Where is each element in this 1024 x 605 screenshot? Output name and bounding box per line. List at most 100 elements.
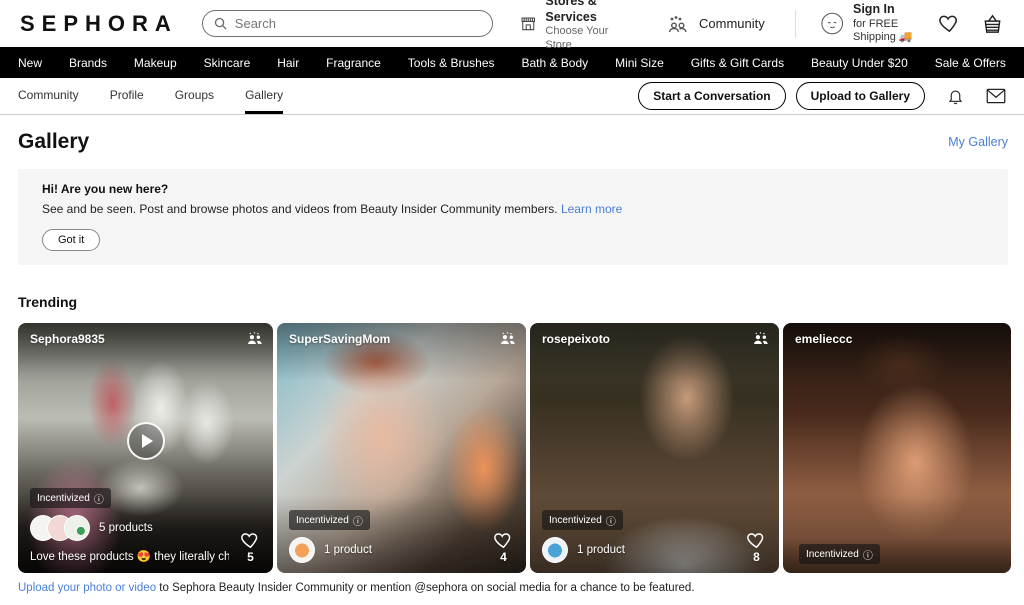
- search-bar[interactable]: [202, 10, 493, 37]
- incentivized-label: Incentivized: [37, 493, 90, 504]
- play-video-button[interactable]: [127, 422, 165, 460]
- incentivized-badge[interactable]: Incentivized ⓘ: [289, 510, 370, 530]
- card-overlay-info: Incentivized ⓘ 1 product: [289, 510, 482, 564]
- card-username[interactable]: rosepeixoto: [542, 332, 610, 346]
- products-row[interactable]: 1 product: [542, 537, 735, 563]
- incentivized-badge[interactable]: Incentivizedⓘ: [799, 544, 880, 564]
- play-icon: [142, 434, 153, 448]
- notifications-button[interactable]: [947, 87, 964, 105]
- people-icon: [499, 332, 516, 350]
- heart-icon: [938, 12, 961, 35]
- learn-more-link[interactable]: Learn more: [561, 202, 622, 216]
- card-caption: Love these products 😍 they literally cha…: [30, 549, 229, 563]
- heart-icon: [240, 530, 261, 549]
- card-overlay-info: Incentivized ⓘ 5 products Love these prod…: [30, 488, 229, 564]
- messages-button[interactable]: [986, 88, 1006, 104]
- start-conversation-button[interactable]: Start a Conversation: [638, 82, 785, 110]
- gallery-page: Gallery My Gallery Hi! Are you new here?…: [0, 130, 1024, 594]
- product-thumb: [64, 515, 90, 541]
- card-username[interactable]: SuperSavingMom: [289, 332, 390, 346]
- like-control[interactable]: 5: [240, 530, 261, 564]
- nav-item-tools-brushes[interactable]: Tools & Brushes: [408, 56, 495, 70]
- upload-text: to Sephora Beauty Insider Community or m…: [156, 582, 694, 594]
- card-username[interactable]: emelieccc: [795, 332, 852, 346]
- search-input[interactable]: [235, 16, 482, 31]
- nav-item-gifts[interactable]: Gifts & Gift Cards: [691, 56, 784, 70]
- my-gallery-link[interactable]: My Gallery: [948, 135, 1008, 149]
- products-row[interactable]: 1 product: [289, 537, 482, 563]
- info-icon: ⓘ: [94, 491, 104, 506]
- info-icon: ⓘ: [353, 513, 363, 528]
- got-it-button[interactable]: Got it: [42, 229, 100, 251]
- info-icon: ⓘ: [606, 513, 616, 528]
- title-row: Gallery My Gallery: [18, 130, 1008, 154]
- info-icon: ⓘ: [863, 547, 873, 562]
- bell-icon: [947, 87, 964, 105]
- like-control[interactable]: 8: [746, 530, 767, 564]
- nav-item-makeup[interactable]: Makeup: [134, 56, 177, 70]
- gallery-card-rosepeixoto[interactable]: rosepeixoto Incentivizedⓘ 1 product: [530, 323, 779, 573]
- loves-button[interactable]: [938, 12, 961, 35]
- basket-button[interactable]: [981, 12, 1004, 35]
- card-overlay-info: Incentivizedⓘ 1 product: [542, 510, 735, 564]
- trending-cards: Sephora9835 Incentivized ⓘ 5 products: [18, 323, 1008, 573]
- banner-body-text: See and be seen. Post and browse photos …: [42, 202, 558, 216]
- card-username[interactable]: Sephora9835: [30, 332, 105, 346]
- basket-icon: [981, 12, 1004, 35]
- tab-gallery[interactable]: Gallery: [245, 78, 283, 114]
- gallery-card-supersavingmom[interactable]: SuperSavingMom Incentivized ⓘ 1 product: [277, 323, 526, 573]
- sign-in-title: Sign In: [853, 2, 938, 18]
- tab-profile[interactable]: Profile: [110, 78, 144, 114]
- people-icon: [752, 332, 769, 350]
- sign-in-button[interactable]: Sign In for FREE Shipping 🚚: [820, 2, 938, 45]
- header-divider: [795, 10, 796, 38]
- nav-item-new[interactable]: New: [18, 56, 42, 70]
- sephora-logo[interactable]: SEPHORA: [20, 11, 178, 37]
- products-count: 1 product: [577, 544, 625, 556]
- nav-item-fragrance[interactable]: Fragrance: [326, 56, 381, 70]
- community-button[interactable]: Community: [666, 12, 765, 36]
- community-label: Community: [699, 16, 765, 31]
- upload-to-gallery-button[interactable]: Upload to Gallery: [796, 82, 925, 110]
- gallery-card-sephora9835[interactable]: Sephora9835 Incentivized ⓘ 5 products: [18, 323, 273, 573]
- upload-callout: Upload your photo or video to Sephora Be…: [18, 582, 1008, 594]
- search-icon: [213, 16, 228, 31]
- products-count: 5 products: [99, 522, 153, 534]
- stores-services-text: Stores & Services Choose Your Store: [545, 0, 629, 53]
- welcome-banner: Hi! Are you new here? See and be seen. P…: [18, 169, 1008, 265]
- people-icon: [246, 332, 263, 350]
- stores-title: Stores & Services: [545, 0, 629, 25]
- avatar-icon: [820, 8, 844, 39]
- incentivized-badge[interactable]: Incentivized ⓘ: [30, 488, 111, 508]
- tab-community[interactable]: Community: [18, 78, 79, 114]
- tab-groups[interactable]: Groups: [175, 78, 214, 114]
- products-count: 1 product: [324, 544, 372, 556]
- incentivized-label: Incentivized: [296, 515, 349, 526]
- like-control[interactable]: 4: [493, 530, 514, 564]
- products-row[interactable]: 5 products: [30, 515, 229, 541]
- nav-item-mini-size[interactable]: Mini Size: [615, 56, 664, 70]
- header-icons: [938, 12, 1004, 35]
- nav-item-brands[interactable]: Brands: [69, 56, 107, 70]
- like-count: 5: [247, 550, 254, 564]
- nav-item-hair[interactable]: Hair: [277, 56, 299, 70]
- like-count: 8: [753, 550, 760, 564]
- community-subnav: Community Profile Groups Gallery Start a…: [0, 78, 1024, 115]
- community-people-icon: [666, 12, 690, 36]
- gallery-card-emelieccc[interactable]: emelieccc Incentivizedⓘ: [783, 323, 1011, 573]
- nav-item-sale-offers[interactable]: Sale & Offers: [935, 56, 1006, 70]
- heart-icon: [746, 530, 767, 549]
- incentivized-badge[interactable]: Incentivizedⓘ: [542, 510, 623, 530]
- nav-item-bath-body[interactable]: Bath & Body: [521, 56, 588, 70]
- nav-item-beauty-under-20[interactable]: Beauty Under $20: [811, 56, 908, 70]
- product-thumb: [542, 537, 568, 563]
- site-header: SEPHORA Stores & Services Choose Your St…: [0, 0, 1024, 47]
- page-title: Gallery: [18, 130, 89, 154]
- stores-services-button[interactable]: Stores & Services Choose Your Store: [520, 0, 629, 53]
- like-count: 4: [500, 550, 507, 564]
- sign-in-subtitle: for FREE Shipping 🚚: [853, 18, 938, 46]
- banner-body: See and be seen. Post and browse photos …: [42, 202, 984, 216]
- nav-item-skincare[interactable]: Skincare: [204, 56, 251, 70]
- card-photo: [783, 323, 1011, 573]
- upload-link[interactable]: Upload your photo or video: [18, 582, 156, 594]
